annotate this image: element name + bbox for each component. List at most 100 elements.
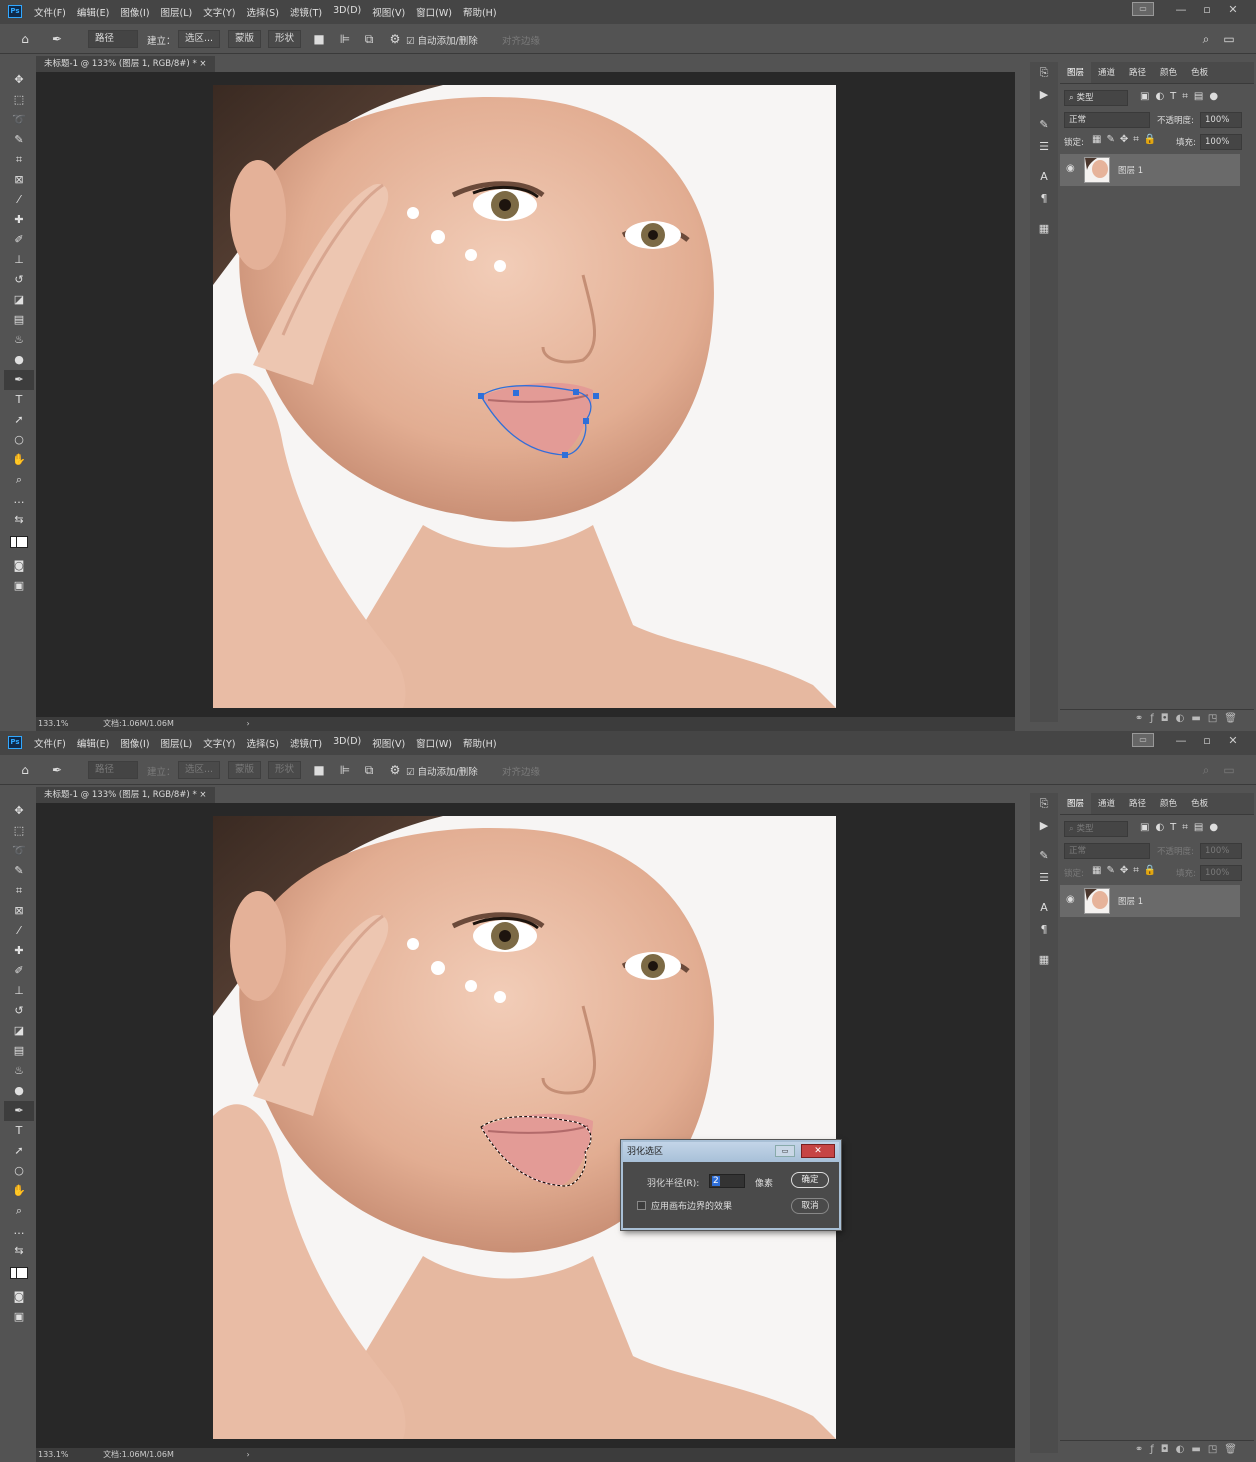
filter-type-icons[interactable]: ▣◐T⌗▤●	[1140, 822, 1224, 833]
zoom-tool-icon[interactable]: ⌕	[4, 1201, 34, 1221]
marquee-tool-icon[interactable]: ⬚	[4, 90, 34, 110]
history-brush-icon[interactable]: ↺	[4, 1001, 34, 1021]
make-mask-button[interactable]: 蒙版	[228, 30, 262, 48]
gear-icon[interactable]: ⚙	[388, 32, 402, 46]
menu-help[interactable]: 帮助(H)	[463, 5, 497, 19]
layer-filter-select[interactable]: ⌕ 类型	[1064, 90, 1128, 106]
crop-tool-icon[interactable]: ⌗	[4, 150, 34, 170]
tab-channels[interactable]: 通道	[1091, 793, 1122, 814]
tab-swatches[interactable]: 色板	[1184, 62, 1215, 83]
eraser-tool-icon[interactable]: ◪	[4, 1021, 34, 1041]
gradient-tool-icon[interactable]: ▤	[4, 310, 34, 330]
menu-help[interactable]: 帮助(H)	[463, 736, 497, 750]
auto-add-delete-checkbox[interactable]: ☑ 自动添加/删除	[406, 764, 478, 778]
menu-view[interactable]: 视图(V)	[372, 5, 405, 19]
blur-tool-icon[interactable]: ♨	[4, 330, 34, 350]
tab-color[interactable]: 颜色	[1153, 793, 1184, 814]
restore-button[interactable]: ▫	[1194, 3, 1220, 16]
eyedropper-tool-icon[interactable]: ⁄	[4, 190, 34, 210]
menu-image[interactable]: 图像(I)	[120, 736, 149, 750]
path-select-tool-icon[interactable]: ➚	[4, 410, 34, 430]
menu-select[interactable]: 选择(S)	[246, 5, 278, 19]
gradient-tool-icon[interactable]: ▤	[4, 1041, 34, 1061]
history-panel-icon[interactable]: ⎘	[1030, 793, 1058, 815]
menu-filter[interactable]: 滤镜(T)	[290, 5, 322, 19]
auto-add-delete-checkbox[interactable]: ☑ 自动添加/删除	[406, 33, 478, 47]
cancel-button[interactable]: 取消	[791, 1198, 829, 1214]
make-selection-button[interactable]: 选区...	[178, 30, 221, 48]
document-tab[interactable]: 未标题-1 @ 133% (图层 1, RGB/8#) * ×	[36, 56, 215, 72]
tab-channels[interactable]: 通道	[1091, 62, 1122, 83]
pen-path-overlay[interactable]	[213, 85, 836, 708]
tab-paths[interactable]: 路径	[1122, 62, 1153, 83]
close-button[interactable]: ✕	[1220, 734, 1246, 747]
layer-row[interactable]: ◉ 图层 1	[1060, 154, 1240, 186]
layer-name[interactable]: 图层 1	[1118, 895, 1143, 907]
character-panel-icon[interactable]: A	[1030, 897, 1058, 919]
ok-button[interactable]: 确定	[791, 1172, 829, 1188]
home-icon[interactable]: ⌂	[18, 763, 32, 777]
blur-tool-icon[interactable]: ♨	[4, 1061, 34, 1081]
home-icon[interactable]: ⌂	[18, 32, 32, 46]
menu-layer[interactable]: 图层(L)	[161, 736, 193, 750]
align-edges-label[interactable]: 对齐边缘	[502, 33, 540, 47]
stamp-tool-icon[interactable]: ⊥	[4, 250, 34, 270]
menu-select[interactable]: 选择(S)	[246, 736, 278, 750]
pen-mode-select[interactable]: 路径	[88, 30, 138, 48]
healing-tool-icon[interactable]: ✚	[4, 941, 34, 961]
move-tool-icon[interactable]: ✥	[4, 70, 34, 90]
menu-filter[interactable]: 滤镜(T)	[290, 736, 322, 750]
quick-mask-icon[interactable]: ◙	[4, 1287, 34, 1307]
make-mask-button[interactable]: 蒙版	[228, 761, 262, 779]
menu-edit[interactable]: 编辑(E)	[77, 736, 109, 750]
menu-file[interactable]: 文件(F)	[34, 736, 66, 750]
menu-image[interactable]: 图像(I)	[120, 5, 149, 19]
layer-filter-select[interactable]: ⌕ 类型	[1064, 821, 1128, 837]
tab-layers[interactable]: 图层	[1060, 62, 1092, 83]
filter-type-icons[interactable]: ▣◐T⌗▤●	[1140, 91, 1224, 102]
actions-panel-icon[interactable]: ▶	[1030, 84, 1058, 106]
close-button[interactable]: ✕	[1220, 3, 1246, 16]
pen-tool-icon[interactable]: ✒	[4, 370, 34, 390]
status-menu-arrow[interactable]: ›	[246, 719, 249, 728]
layers-panel-footer-icons[interactable]: ⚭ƒ◘◐▬◳🗑	[1060, 709, 1254, 727]
quick-select-tool-icon[interactable]: ✎	[4, 861, 34, 881]
tab-paths[interactable]: 路径	[1122, 793, 1153, 814]
eye-icon[interactable]: ◉	[1066, 163, 1075, 174]
dialog-titlebar[interactable]: 羽化选区 ▭ ✕	[623, 1142, 839, 1162]
menu-window[interactable]: 窗口(W)	[416, 5, 452, 19]
make-selection-button[interactable]: 选区...	[178, 761, 221, 779]
workspace-icon[interactable]: ▭	[1132, 733, 1154, 747]
fill-input[interactable]: 100%	[1200, 134, 1242, 150]
path-select-tool-icon[interactable]: ➚	[4, 1141, 34, 1161]
healing-tool-icon[interactable]: ✚	[4, 210, 34, 230]
dodge-tool-icon[interactable]: ●	[4, 1081, 34, 1101]
layer-name[interactable]: 图层 1	[1118, 164, 1143, 176]
menu-3d[interactable]: 3D(D)	[333, 736, 361, 750]
pen-tool-icon[interactable]: ✒	[4, 1101, 34, 1121]
pen-tool-icon[interactable]: ✒	[50, 763, 64, 777]
menu-file[interactable]: 文件(F)	[34, 5, 66, 19]
tab-layers[interactable]: 图层	[1060, 793, 1092, 814]
workspace-switch-icon[interactable]: ▭	[1222, 763, 1236, 777]
eye-icon[interactable]: ◉	[1066, 894, 1075, 905]
search-icon[interactable]: ⌕	[1199, 32, 1213, 46]
feather-radius-input[interactable]: 2	[709, 1174, 745, 1188]
menu-type[interactable]: 文字(Y)	[203, 736, 235, 750]
fill-input[interactable]: 100%	[1200, 865, 1242, 881]
color-swatches-icon[interactable]	[4, 1261, 34, 1287]
quick-select-tool-icon[interactable]: ✎	[4, 130, 34, 150]
dodge-tool-icon[interactable]: ●	[4, 350, 34, 370]
path-arrangement-icon[interactable]: ⧉	[362, 763, 376, 777]
menu-layer[interactable]: 图层(L)	[161, 5, 193, 19]
quick-mask-icon[interactable]: ◙	[4, 556, 34, 576]
tab-swatches[interactable]: 色板	[1184, 793, 1215, 814]
screen-mode-icon[interactable]: ▣	[4, 576, 34, 596]
zoom-tool-icon[interactable]: ⌕	[4, 470, 34, 490]
marquee-tool-icon[interactable]: ⬚	[4, 821, 34, 841]
tab-close-icon[interactable]: ×	[199, 790, 206, 800]
menu-window[interactable]: 窗口(W)	[416, 736, 452, 750]
path-alignment-icon[interactable]: ⊫	[338, 763, 352, 777]
status-menu-arrow[interactable]: ›	[246, 1450, 249, 1459]
type-tool-icon[interactable]: T	[4, 1121, 34, 1141]
